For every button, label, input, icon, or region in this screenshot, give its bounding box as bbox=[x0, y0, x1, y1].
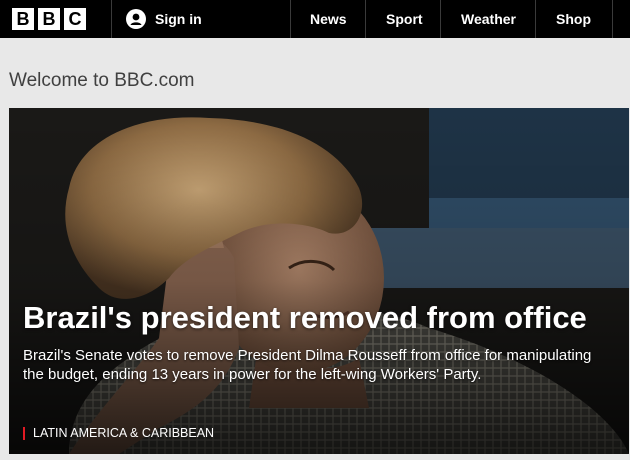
logo-letter-b1: B bbox=[12, 8, 34, 30]
nav-divider bbox=[612, 0, 613, 38]
welcome-heading: Welcome to BBC.com bbox=[9, 70, 195, 91]
tag-marker bbox=[23, 426, 25, 440]
logo-letter-b2: B bbox=[38, 8, 60, 30]
sign-in-link[interactable]: Sign in bbox=[126, 0, 202, 38]
top-navigation-bar: B B C Sign in News Sport Weather Shop bbox=[0, 0, 630, 38]
section-tag-label: LATIN AMERICA & CARIBBEAN bbox=[33, 426, 215, 440]
nav-divider bbox=[290, 0, 291, 38]
nav-divider bbox=[535, 0, 536, 38]
user-icon bbox=[126, 9, 146, 29]
nav-weather[interactable]: Weather bbox=[461, 0, 516, 38]
nav-sport[interactable]: Sport bbox=[386, 0, 423, 38]
nav-divider bbox=[440, 0, 441, 38]
nav-news[interactable]: News bbox=[310, 0, 347, 38]
logo-letter-c: C bbox=[64, 8, 86, 30]
bbc-logo[interactable]: B B C bbox=[12, 8, 86, 30]
sign-in-label: Sign in bbox=[155, 11, 202, 27]
nav-divider bbox=[365, 0, 366, 38]
nav-divider bbox=[111, 0, 112, 38]
hero-headline[interactable]: Brazil's president removed from office bbox=[23, 300, 623, 336]
section-tag[interactable]: LATIN AMERICA & CARIBBEAN bbox=[23, 426, 214, 440]
nav-shop[interactable]: Shop bbox=[556, 0, 591, 38]
hero-photo bbox=[9, 108, 629, 454]
hero-story[interactable]: Brazil's president removed from office B… bbox=[9, 108, 629, 454]
hero-summary: Brazil's Senate votes to remove Presiden… bbox=[23, 347, 592, 383]
